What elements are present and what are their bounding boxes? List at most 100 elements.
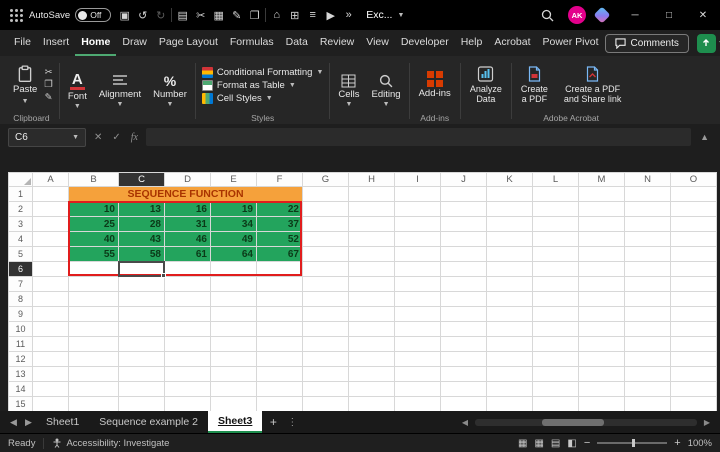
cell-F7[interactable] [257,277,303,292]
cell-F3[interactable]: 37 [257,217,303,232]
cell-C12[interactable] [119,352,165,367]
cell-I1[interactable] [395,187,441,202]
cell-K9[interactable] [487,307,533,322]
cell-M3[interactable] [579,217,625,232]
cell-L4[interactable] [533,232,579,247]
cell-L13[interactable] [533,367,579,382]
cell-M2[interactable] [579,202,625,217]
row-header-7[interactable]: 7 [9,277,33,292]
cell-K13[interactable] [487,367,533,382]
cell-K14[interactable] [487,382,533,397]
cell-A8[interactable] [33,292,69,307]
cell-B2[interactable]: 10 [69,202,119,217]
format-painter-icon[interactable]: ✎ [229,6,244,24]
cell-G1[interactable] [303,187,349,202]
cell-E13[interactable] [211,367,257,382]
cell-K15[interactable] [487,397,533,412]
cell-I14[interactable] [395,382,441,397]
cell-J6[interactable] [441,262,487,277]
new-sheet-button[interactable]: + [262,415,284,429]
cell-F14[interactable] [257,382,303,397]
cell-O13[interactable] [671,367,717,382]
zoom-slider-thumb[interactable] [632,439,635,447]
cell-C4[interactable]: 43 [119,232,165,247]
cell-F4[interactable]: 52 [257,232,303,247]
column-header-H[interactable]: H [349,173,395,187]
cell-A13[interactable] [33,367,69,382]
cell-K8[interactable] [487,292,533,307]
scroll-right-icon[interactable]: ▶ [700,418,714,427]
cell-N13[interactable] [625,367,671,382]
row-header-6[interactable]: 6 [9,262,33,277]
menu-tab-view[interactable]: View [360,30,395,56]
menu-tab-review[interactable]: Review [314,30,360,56]
row-header-1[interactable]: 1 [9,187,33,202]
cell-B4[interactable]: 40 [69,232,119,247]
scroll-sheets-left-icon[interactable]: ◀ [6,417,21,428]
row-header-4[interactable]: 4 [9,232,33,247]
cell-O12[interactable] [671,352,717,367]
cell-H15[interactable] [349,397,395,412]
cell-C6[interactable] [119,262,165,277]
row-header-13[interactable]: 13 [9,367,33,382]
cell-L10[interactable] [533,322,579,337]
cell-O8[interactable] [671,292,717,307]
cell-N8[interactable] [625,292,671,307]
column-header-I[interactable]: I [395,173,441,187]
cell-H13[interactable] [349,367,395,382]
column-header-N[interactable]: N [625,173,671,187]
cell-I4[interactable] [395,232,441,247]
cell-C2[interactable]: 13 [119,202,165,217]
cell-D13[interactable] [165,367,211,382]
cell-B8[interactable] [69,292,119,307]
editing-group-button[interactable]: Editing ▼ [366,58,407,124]
cell-F5[interactable]: 67 [257,247,303,262]
cell-E10[interactable] [211,322,257,337]
cut-icon[interactable]: ✂ [44,68,53,78]
scrollbar-track[interactable] [475,419,697,426]
cell-L11[interactable] [533,337,579,352]
cell-G10[interactable] [303,322,349,337]
cell-L6[interactable] [533,262,579,277]
cell-N1[interactable] [625,187,671,202]
cell-N5[interactable] [625,247,671,262]
clipboard-icon[interactable]: ▤ [175,6,190,24]
cell-I11[interactable] [395,337,441,352]
cell-N7[interactable] [625,277,671,292]
autosave-toggle[interactable]: AutoSave Off [29,8,111,22]
cell-D14[interactable] [165,382,211,397]
cell-E2[interactable]: 19 [211,202,257,217]
autosave-switch[interactable]: Off [75,8,111,22]
cell-B14[interactable] [69,382,119,397]
cell-J3[interactable] [441,217,487,232]
paste-button[interactable]: Paste ▼ [10,65,40,105]
cell-D3[interactable]: 31 [165,217,211,232]
scroll-sheets-right-icon[interactable]: ▶ [21,417,36,428]
cell-E8[interactable] [211,292,257,307]
cell-L9[interactable] [533,307,579,322]
cell-L5[interactable] [533,247,579,262]
cell-B12[interactable] [69,352,119,367]
cell-F11[interactable] [257,337,303,352]
cell-G9[interactable] [303,307,349,322]
row-header-11[interactable]: 11 [9,337,33,352]
play-icon[interactable]: ▶ [323,6,338,24]
grid-icon[interactable]: ⊞ [287,6,302,24]
cell-J12[interactable] [441,352,487,367]
undo-icon[interactable]: ↺ [135,6,150,24]
cell-N9[interactable] [625,307,671,322]
cell-I13[interactable] [395,367,441,382]
menu-tab-file[interactable]: File [8,30,37,56]
create-pdf-share-button[interactable]: Create a PDFand Share link [561,66,625,105]
cell-D9[interactable] [165,307,211,322]
analyze-data-button[interactable]: AnalyzeData [467,66,505,105]
maximize-button[interactable]: □ [652,0,686,30]
cell-E15[interactable] [211,397,257,412]
cell-L15[interactable] [533,397,579,412]
cell-J15[interactable] [441,397,487,412]
app-launcher-icon[interactable] [10,9,23,22]
cell-E7[interactable] [211,277,257,292]
document-title[interactable]: Exc... ▼ [366,9,404,21]
cell-L7[interactable] [533,277,579,292]
cell-E6[interactable] [211,262,257,277]
